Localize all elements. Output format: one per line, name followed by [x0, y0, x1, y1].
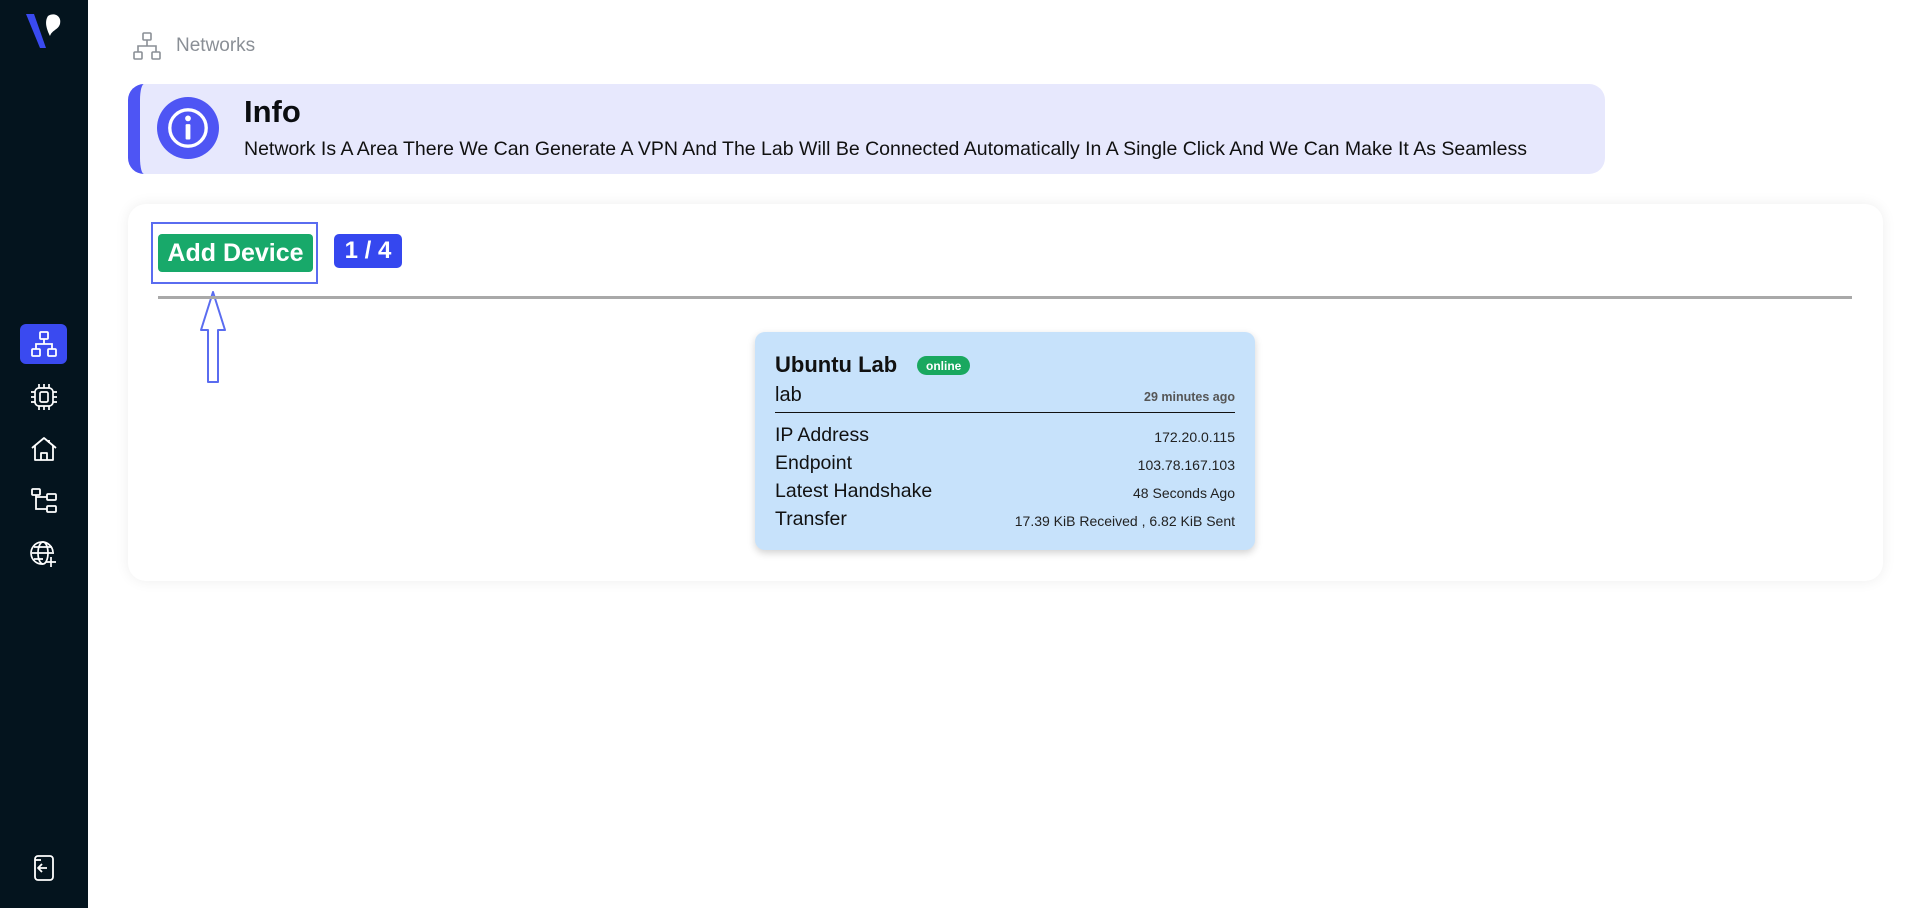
row-label: Transfer [775, 508, 847, 530]
info-title: Info [244, 94, 301, 129]
network-icon [133, 32, 161, 60]
device-row-endpoint: Endpoint 103.78.167.103 [775, 452, 1235, 478]
sidebar [0, 0, 88, 908]
row-value: 48 Seconds Ago [1133, 485, 1235, 501]
breadcrumb: Networks [132, 31, 255, 61]
add-device-button[interactable]: Add Device [158, 234, 313, 272]
main-content: Networks Info Network Is A Area There We… [88, 0, 1915, 908]
device-type: lab [775, 384, 802, 406]
devices-panel: Add Device 1 / 4 Ubuntu Lab online lab 2… [128, 204, 1883, 581]
arrow-up-icon [200, 291, 226, 383]
sidebar-item-networks[interactable] [20, 324, 67, 364]
breadcrumb-label[interactable]: Networks [176, 35, 255, 57]
row-value: 172.20.0.115 [1154, 429, 1235, 445]
status-badge: online [917, 356, 971, 375]
logout-button[interactable] [20, 848, 67, 888]
info-text: Network Is A Area There We Can Generate … [244, 138, 1527, 160]
device-card[interactable]: Ubuntu Lab online lab 29 minutes ago IP … [755, 332, 1255, 550]
globe-add-icon [29, 541, 56, 567]
sidebar-item-topology[interactable] [20, 481, 67, 521]
network-icon [30, 331, 57, 357]
row-label: IP Address [775, 424, 869, 446]
sidebar-item-home[interactable] [20, 429, 67, 469]
sidebar-item-add-network[interactable] [20, 534, 67, 574]
row-value: 17.39 KiB Received , 6.82 KiB Sent [1014, 513, 1235, 529]
info-icon [157, 97, 219, 159]
sidebar-item-devices[interactable] [20, 377, 67, 417]
device-name: Ubuntu Lab [775, 352, 898, 377]
device-row-ip: IP Address 172.20.0.115 [775, 424, 1235, 450]
row-label: Endpoint [775, 452, 852, 474]
tree-icon [30, 488, 57, 513]
card-divider [775, 412, 1235, 413]
vpn-logo[interactable] [24, 10, 66, 52]
logout-icon [33, 855, 54, 881]
row-value: 103.78.167.103 [1137, 457, 1235, 473]
device-last-seen: 29 minutes ago [1144, 390, 1235, 404]
info-banner: Info Network Is A Area There We Can Gene… [128, 84, 1605, 174]
row-label: Latest Handshake [775, 480, 933, 502]
divider [158, 296, 1852, 299]
device-count-badge: 1 / 4 [334, 234, 402, 268]
device-row-transfer: Transfer 17.39 KiB Received , 6.82 KiB S… [775, 508, 1235, 534]
home-icon [30, 437, 57, 461]
chip-icon [30, 384, 57, 410]
device-row-handshake: Latest Handshake 48 Seconds Ago [775, 480, 1235, 506]
